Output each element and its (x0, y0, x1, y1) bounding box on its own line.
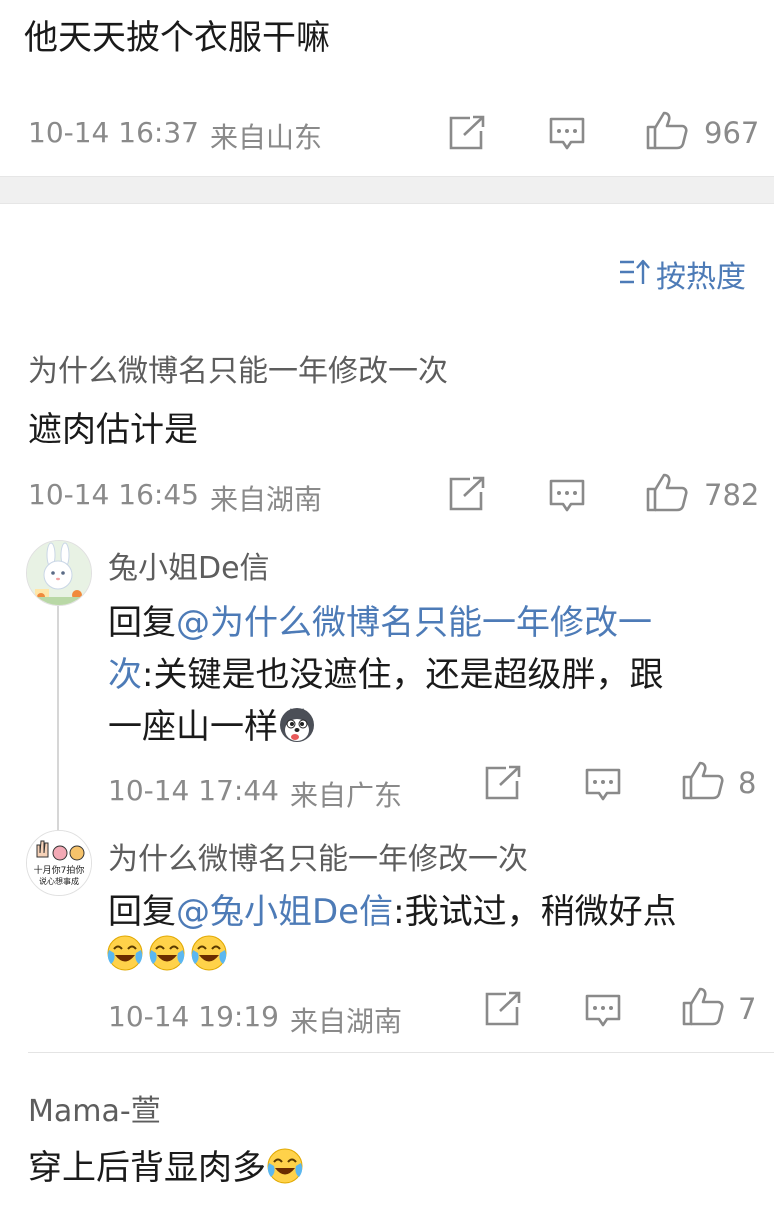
reply-text-line-1: 回复@为什么微博名只能一年修改一 (108, 595, 652, 644)
avatar[interactable] (26, 540, 92, 606)
avatar[interactable]: 十月你7拍你 说心想事成 (26, 830, 92, 896)
reply-text-line-1: 回复@兔小姐De信:我试过，稍微好点 (108, 884, 677, 933)
comment-username[interactable]: Mama-萱 (28, 1086, 161, 1130)
thread-line (57, 604, 59, 832)
share-icon[interactable] (448, 476, 486, 512)
like-icon[interactable] (681, 986, 725, 1026)
like-icon[interactable] (645, 472, 689, 512)
reply-text: :关键是也没遮住，还是超级胖，跟 (142, 655, 664, 695)
reply-prefix: 回复 (108, 603, 176, 643)
mention-link-continued[interactable]: 次 (108, 655, 142, 695)
husky-emoji (278, 706, 316, 744)
section-divider (0, 176, 774, 204)
reply-location: 来自湖南 (290, 1005, 403, 1038)
reply-text: 一座山一样 (108, 707, 278, 747)
reply-time: 10-14 19:19 (108, 1000, 279, 1033)
like-icon[interactable] (681, 760, 725, 800)
svg-text:说心想事成: 说心想事成 (39, 876, 79, 886)
svg-text:十月你7拍你: 十月你7拍你 (34, 864, 85, 876)
share-icon[interactable] (484, 991, 522, 1027)
reply-text-line-2: 次:关键是也没遮住，还是超级胖，跟 (108, 647, 663, 696)
comment-text: 遮肉估计是 (28, 410, 198, 450)
share-icon[interactable] (448, 115, 486, 151)
like-icon[interactable] (645, 110, 689, 150)
emoji-row (106, 934, 228, 972)
laugh-cry-emoji (106, 934, 144, 972)
comment-time: 10-14 16:45 (28, 478, 199, 511)
reply-username[interactable]: 兔小姐De信 (108, 543, 270, 587)
comment-location: 来自湖南 (210, 483, 323, 516)
post-text: 他天天披个衣服干嘛 (24, 18, 330, 58)
sort-by-hot-button[interactable]: 按热度 (656, 252, 746, 296)
reply-like-count: 7 (738, 992, 757, 1026)
post-time: 10-14 16:37 (28, 116, 199, 149)
comment-text: 穿上后背显肉多 (28, 1148, 266, 1188)
laugh-cry-emoji (266, 1147, 304, 1185)
comment-text-line: 穿上后背显肉多 (28, 1140, 304, 1189)
reply-time: 10-14 17:44 (108, 774, 279, 807)
comment-icon[interactable] (548, 116, 586, 152)
reply-username[interactable]: 为什么微博名只能一年修改一次 (108, 834, 528, 878)
mention-link[interactable]: @兔小姐De信 (176, 892, 393, 932)
comment-icon[interactable] (584, 993, 622, 1029)
mention-link[interactable]: @为什么微博名只能一年修改一 (176, 603, 652, 643)
share-icon[interactable] (484, 765, 522, 801)
sort-icon[interactable] (618, 258, 650, 286)
comment-icon[interactable] (584, 767, 622, 803)
reply-prefix: 回复 (108, 892, 176, 932)
comment-username[interactable]: 为什么微博名只能一年修改一次 (28, 346, 448, 390)
reply-text-line-3: 一座山一样 (108, 699, 316, 748)
comment-icon[interactable] (548, 478, 586, 514)
post-like-count: 967 (704, 116, 760, 150)
laugh-cry-emoji (148, 934, 186, 972)
post-location: 来自山东 (210, 121, 323, 154)
comment-separator (28, 1052, 774, 1053)
reply-like-count: 8 (738, 766, 757, 800)
reply-text: :我试过，稍微好点 (393, 892, 677, 932)
laugh-cry-emoji (190, 934, 228, 972)
comment-like-count: 782 (704, 478, 760, 512)
reply-location: 来自广东 (290, 779, 403, 812)
